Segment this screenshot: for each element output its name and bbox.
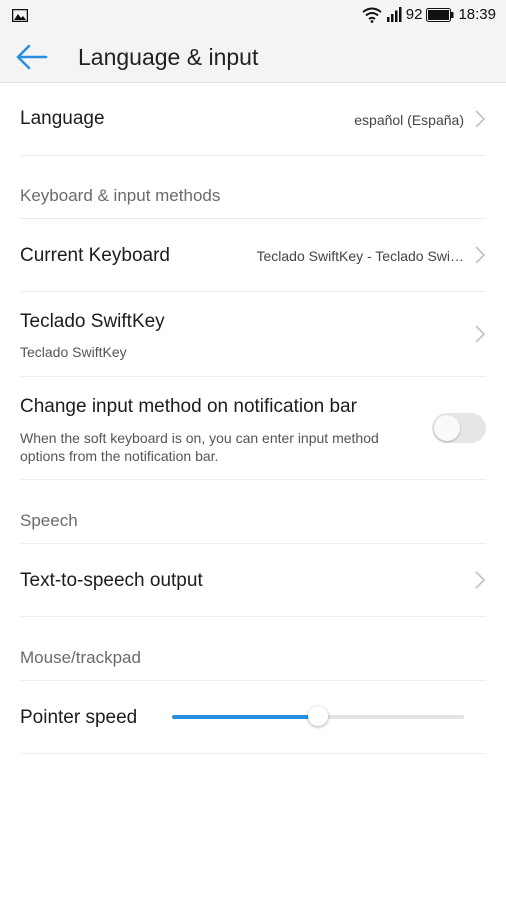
section-header-keyboard: Keyboard & input methods bbox=[20, 186, 221, 205]
notification-bar-description: When the soft keyboard is on, you can en… bbox=[20, 430, 379, 464]
slider-thumb[interactable] bbox=[308, 706, 328, 726]
cell-signal-icon bbox=[386, 7, 402, 22]
swiftkey-row[interactable]: Teclado SwiftKey Teclado SwiftKey bbox=[20, 292, 486, 377]
tts-label: Text-to-speech output bbox=[20, 570, 203, 591]
current-keyboard-value: Teclado SwiftKey - Teclado Swi… bbox=[256, 248, 465, 264]
chevron-right-icon bbox=[475, 571, 486, 589]
language-value: español (España) bbox=[354, 112, 464, 128]
status-icons: 92 18:39 bbox=[362, 6, 496, 23]
wifi-icon bbox=[362, 7, 382, 23]
swiftkey-label: Teclado SwiftKey bbox=[20, 311, 165, 332]
chevron-right-icon bbox=[475, 325, 486, 343]
battery-percent: 92 bbox=[405, 6, 423, 23]
toggle-knob bbox=[434, 415, 460, 441]
slider-fill bbox=[172, 715, 318, 719]
image-notification-icon bbox=[12, 9, 28, 22]
current-keyboard-label: Current Keyboard bbox=[20, 245, 170, 266]
pointer-speed-slider[interactable] bbox=[172, 706, 464, 726]
app-bar: Language & input bbox=[0, 32, 506, 83]
back-arrow-icon[interactable] bbox=[16, 44, 48, 70]
tts-row[interactable]: Text-to-speech output bbox=[20, 544, 486, 617]
notification-bar-toggle[interactable] bbox=[432, 413, 486, 443]
section-header-speech: Speech bbox=[20, 511, 78, 530]
language-row[interactable]: Language español (España) bbox=[20, 83, 486, 156]
chevron-right-icon bbox=[475, 110, 486, 128]
battery-icon bbox=[426, 7, 454, 22]
pointer-speed-row: Pointer speed bbox=[20, 681, 486, 754]
swiftkey-subtitle: Teclado SwiftKey bbox=[20, 344, 127, 360]
current-keyboard-row[interactable]: Current Keyboard Teclado SwiftKey - Tecl… bbox=[20, 219, 486, 292]
status-bar: 92 18:39 bbox=[0, 0, 506, 32]
notification-bar-row: Change input method on notification bar … bbox=[20, 377, 486, 480]
status-time: 18:39 bbox=[458, 6, 496, 23]
section-header-mouse: Mouse/trackpad bbox=[20, 648, 141, 667]
notification-bar-label: Change input method on notification bar bbox=[20, 396, 357, 417]
page-title: Language & input bbox=[78, 44, 259, 70]
pointer-speed-label: Pointer speed bbox=[20, 707, 138, 728]
chevron-right-icon bbox=[475, 246, 486, 264]
language-label: Language bbox=[20, 108, 105, 129]
